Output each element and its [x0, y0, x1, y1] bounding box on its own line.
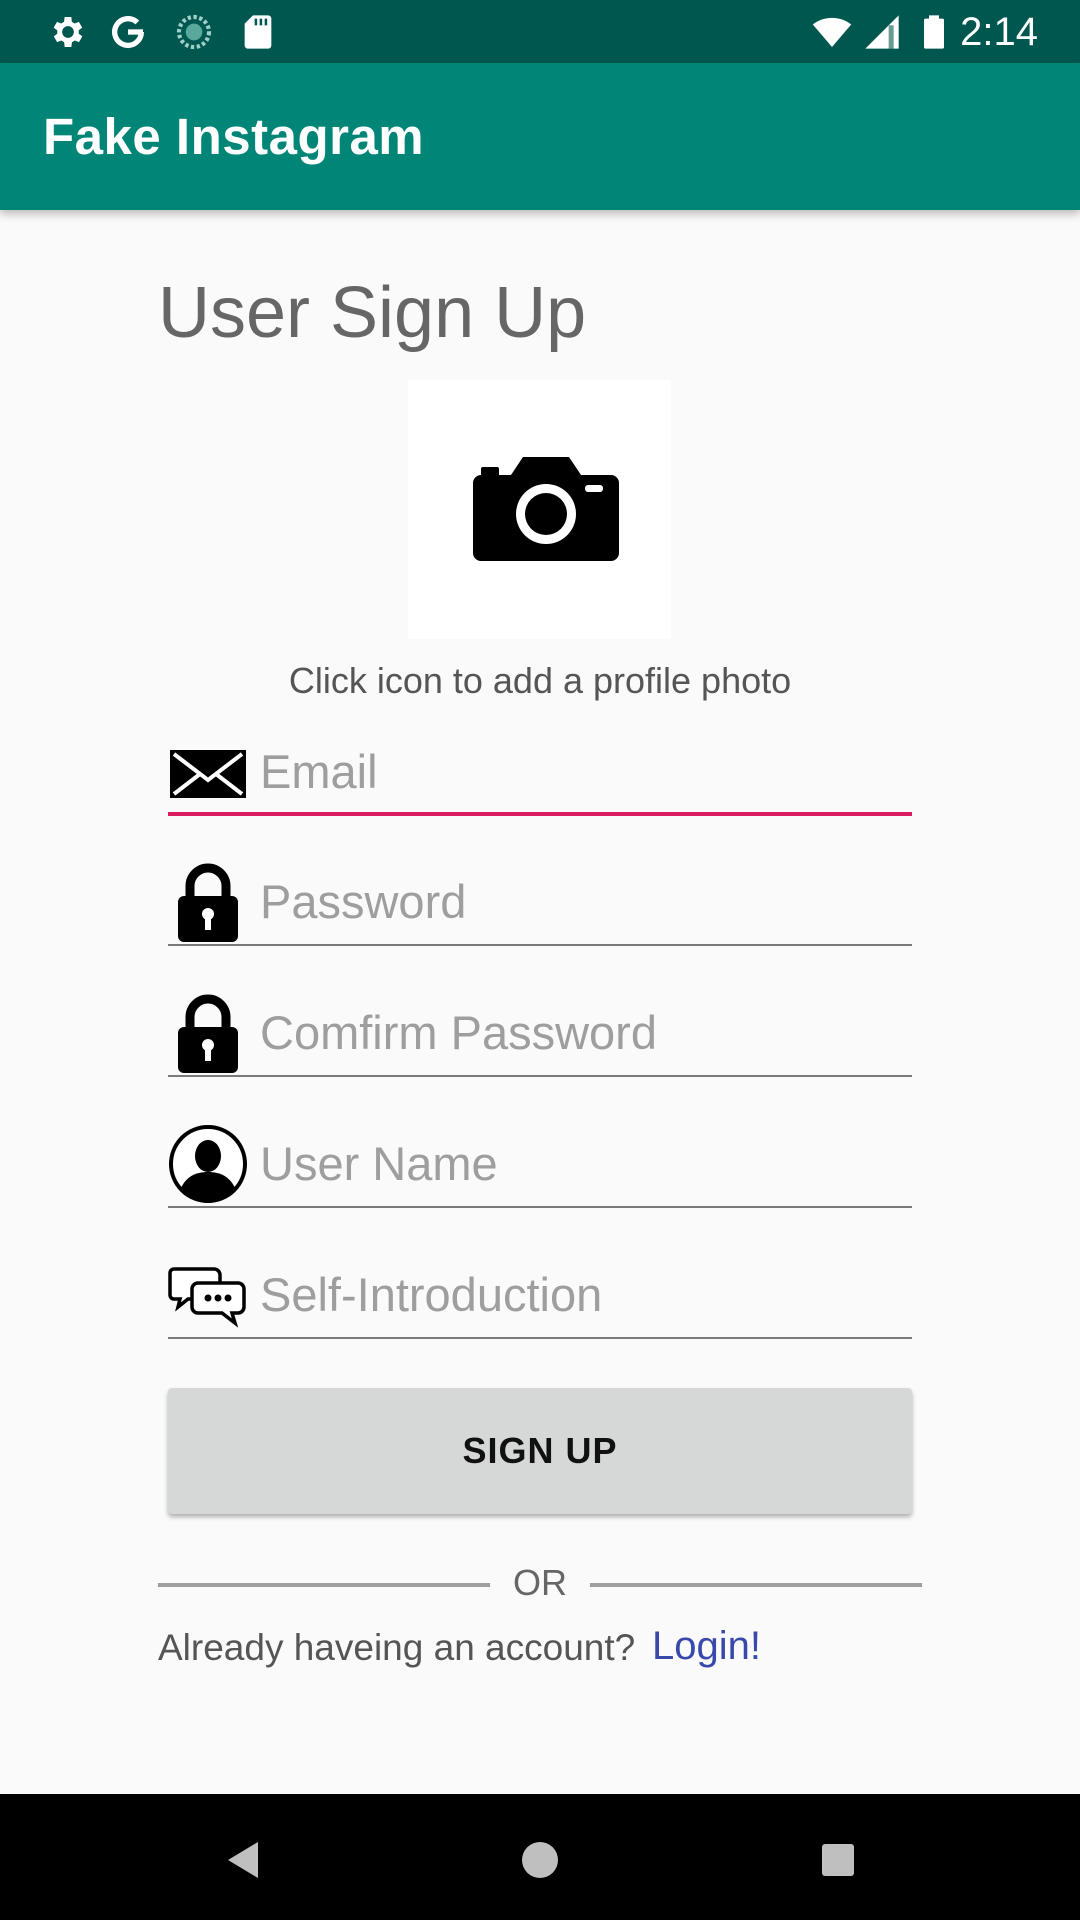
- sign-up-button[interactable]: SIGN UP: [168, 1388, 912, 1514]
- email-input[interactable]: [260, 736, 900, 806]
- clock: 2:14: [960, 10, 1038, 54]
- email-underline: [168, 812, 912, 816]
- back-icon[interactable]: [214, 1832, 270, 1888]
- username-input[interactable]: [260, 1128, 900, 1198]
- login-link[interactable]: Login!: [652, 1624, 761, 1669]
- password-input[interactable]: [260, 866, 900, 936]
- confirm-password-field[interactable]: [168, 985, 912, 1077]
- photo-hint: Click icon to add a profile photo: [288, 660, 792, 701]
- wifi-icon: [812, 17, 852, 47]
- email-field[interactable]: [168, 724, 912, 816]
- battery-icon: [924, 15, 944, 49]
- account-prompt: Already haveing an account?: [158, 1627, 636, 1668]
- intro-underline: [168, 1337, 912, 1339]
- divider-text: OR: [513, 1562, 567, 1603]
- sync-icon: [176, 14, 212, 50]
- username-field[interactable]: [168, 1116, 912, 1208]
- signal-icon: [865, 15, 899, 49]
- home-icon[interactable]: [512, 1832, 568, 1888]
- lock-icon: [178, 863, 238, 942]
- divider-right: [590, 1583, 922, 1587]
- app-bar: Fake Instagram: [0, 63, 1080, 210]
- password-underline: [168, 944, 912, 946]
- camera-icon: [473, 457, 619, 561]
- username-underline: [168, 1206, 912, 1208]
- google-icon: [112, 16, 144, 49]
- navigation-bar: [0, 1794, 1080, 1920]
- profile-photo-button[interactable]: [408, 380, 671, 639]
- password-field[interactable]: [168, 854, 912, 946]
- app-title: Fake Instagram: [43, 108, 425, 165]
- confirm-password-underline: [168, 1075, 912, 1077]
- lock-icon: [178, 994, 238, 1073]
- page-title: User Sign Up: [158, 273, 587, 353]
- intro-input[interactable]: [260, 1259, 900, 1329]
- status-bar: 2:14: [0, 0, 1080, 63]
- sd-card-icon: [244, 15, 272, 49]
- gear-icon: [53, 17, 83, 47]
- intro-field[interactable]: [168, 1247, 912, 1339]
- person-icon: [169, 1125, 247, 1203]
- confirm-password-input[interactable]: [260, 997, 900, 1067]
- envelope-icon: [170, 750, 246, 798]
- recents-icon[interactable]: [810, 1832, 866, 1888]
- chat-icon: [168, 1267, 246, 1328]
- divider-left: [158, 1583, 490, 1587]
